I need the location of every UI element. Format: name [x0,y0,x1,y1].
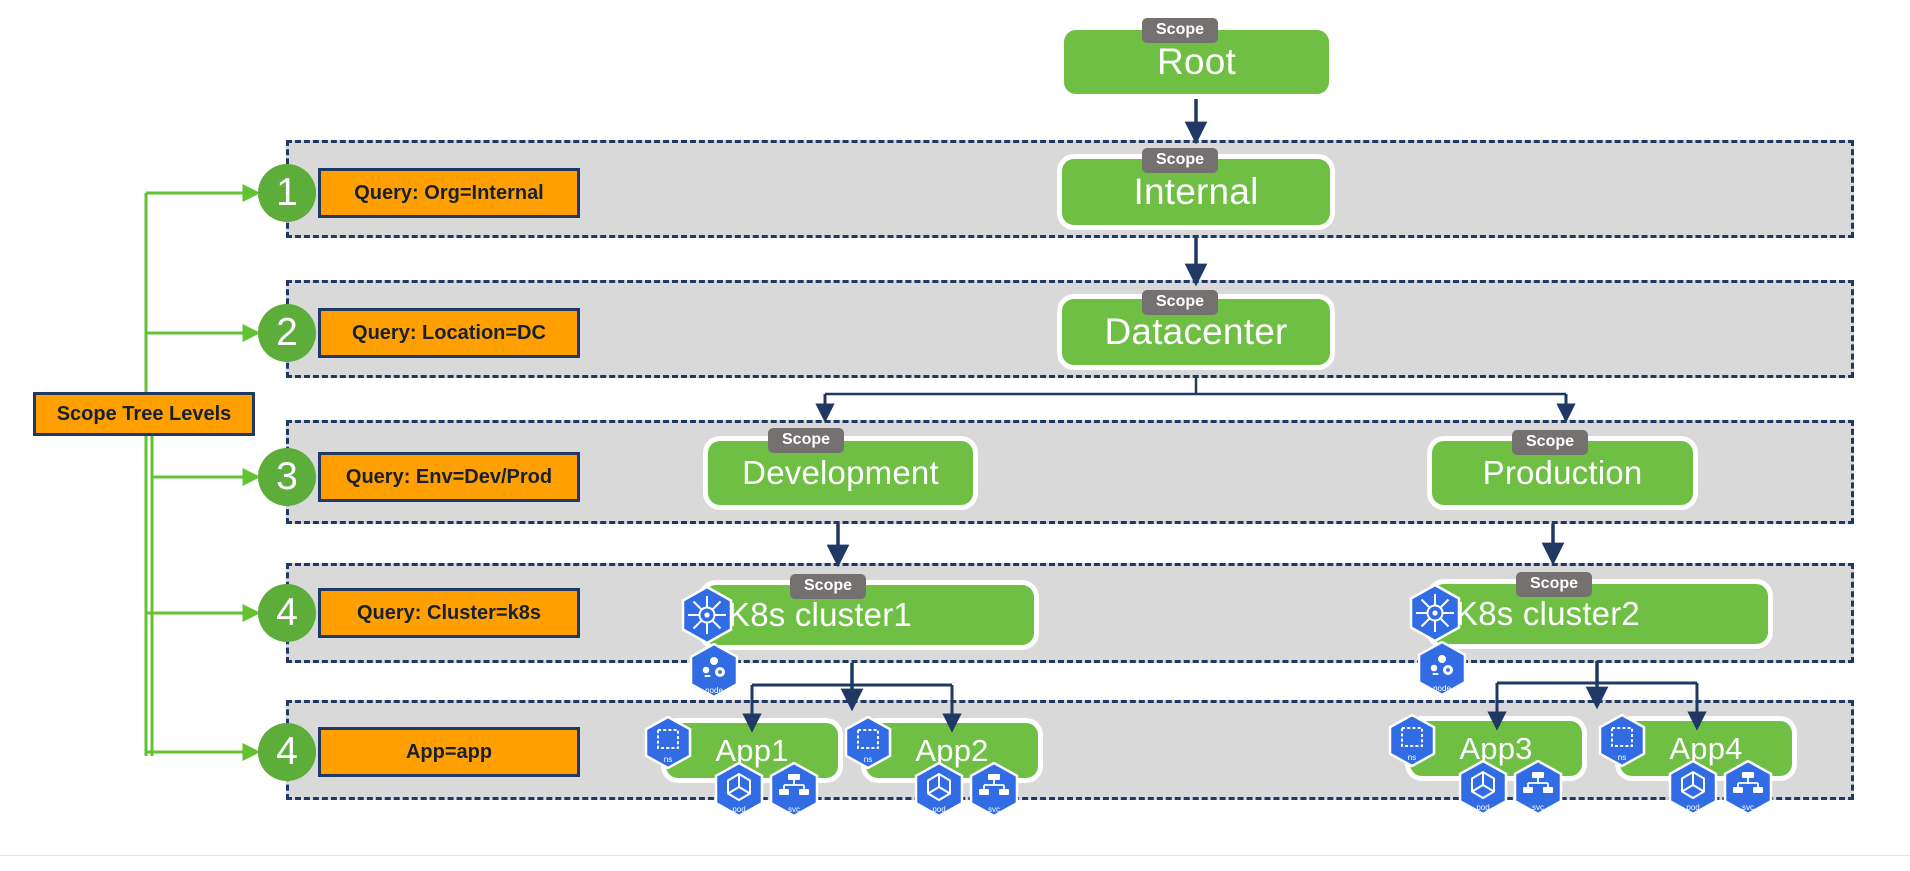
query-box-4-label: Query: Cluster=k8s [357,601,541,624]
level-number-1-label: 1 [276,171,298,214]
scope-tag-cluster2: Scope [1516,572,1593,597]
query-box-1-label: Query: Org=Internal [354,181,544,204]
scope-tag-cluster1: Scope [790,574,867,599]
level-number-3-label: 3 [276,455,298,498]
scope-node-k8s-cluster1-label: K8s cluster1 [728,596,912,633]
scope-node-production-label: Production [1482,454,1643,491]
kubernetes-namespace-icon-app1: ns [644,716,692,770]
kubernetes-service-icon-app2-label: svc [988,805,1000,814]
level-number-2: 2 [258,304,316,362]
kubernetes-pod-icon-app4-label: pod [1686,803,1699,812]
kubernetes-service-icon-app3-label: svc [1532,803,1544,812]
scope-tag-development-label: Scope [782,431,831,448]
level-number-5-label: 4 [276,730,298,773]
level-number-4: 4 [258,584,316,642]
scope-node-k8s-cluster1[interactable]: K8s cluster1 [704,585,1034,645]
scope-tag-datacenter: Scope [1142,290,1219,315]
query-box-3: Query: Env=Dev/Prod [318,452,580,502]
query-box-4: Query: Cluster=k8s [318,588,580,638]
kubernetes-service-icon-app4: svc [1723,760,1773,816]
scope-tree-levels-box: Scope Tree Levels [33,392,255,436]
kubernetes-service-icon-app3: svc [1513,760,1563,816]
scope-tag-cluster1-label: Scope [804,577,853,594]
scope-node-datacenter-label: Datacenter [1104,311,1288,352]
scope-tag-development: Scope [768,428,845,453]
kubernetes-node-icon-2: node [1417,641,1467,697]
kubernetes-pod-icon-app3: pod [1458,760,1508,816]
query-box-3-label: Query: Env=Dev/Prod [345,465,553,488]
kubernetes-node-icon-label: node [705,686,723,695]
kubernetes-pod-icon-app1-label: pod [732,805,745,814]
kubernetes-namespace-icon-app3: ns [1388,714,1436,768]
query-box-2-label: Query: Location=DC [352,321,546,344]
kubernetes-pod-icon-app1: pod [714,762,764,818]
scope-tag-production-label: Scope [1526,433,1575,450]
kubernetes-pod-icon-app4: pod [1668,760,1718,816]
kubernetes-pod-icon-app2-label: pod [932,805,945,814]
scope-tag-cluster2-label: Scope [1530,575,1579,592]
level-number-5: 4 [258,723,316,781]
query-box-5-label: App=app [405,740,493,763]
kubernetes-namespace-icon-app2: ns [844,716,892,770]
kubernetes-node-icon: node [689,643,739,699]
scope-node-development-label: Development [742,454,939,491]
scope-tag-root: Scope [1142,18,1219,43]
scope-node-k8s-cluster2-label: K8s cluster2 [1456,595,1640,632]
kubernetes-cluster-icon-2 [1409,584,1461,642]
scope-tag-datacenter-label: Scope [1156,293,1205,310]
footer-divider [0,855,1910,856]
scope-tag-root-label: Scope [1156,21,1205,38]
kubernetes-service-icon-app4-label: svc [1742,803,1754,812]
level-number-1: 1 [258,164,316,222]
query-box-2: Query: Location=DC [318,308,580,358]
level-number-2-label: 2 [276,311,298,354]
level-number-4-label: 4 [276,591,298,634]
level-number-3: 3 [258,448,316,506]
kubernetes-namespace-icon-app3-label: ns [1408,753,1416,762]
kubernetes-service-icon-app1: svc [769,762,819,818]
kubernetes-namespace-icon-app4-label: ns [1618,753,1626,762]
scope-tag-production: Scope [1512,430,1589,455]
scope-tag-internal: Scope [1142,148,1219,173]
kubernetes-cluster-icon [681,586,733,644]
scope-tree-levels-label: Scope Tree Levels [56,402,232,425]
kubernetes-service-icon-app2: svc [969,762,1019,818]
kubernetes-namespace-icon-app2-label: ns [864,755,872,764]
query-box-5: App=app [318,727,580,777]
kubernetes-pod-icon-app2: pod [914,762,964,818]
kubernetes-namespace-icon-app1-label: ns [664,755,672,764]
diagram-canvas: Scope Tree Levels 1 Query: Org=Internal … [0,0,1910,871]
scope-node-root-label: Root [1157,41,1236,82]
kubernetes-pod-icon-app3-label: pod [1476,803,1489,812]
kubernetes-namespace-icon-app4: ns [1598,714,1646,768]
scope-node-internal-label: Internal [1133,171,1259,212]
scope-node-k8s-cluster2[interactable]: K8s cluster2 [1432,584,1768,644]
query-box-1: Query: Org=Internal [318,168,580,218]
kubernetes-service-icon-app1-label: svc [788,805,800,814]
scope-tag-internal-label: Scope [1156,151,1205,168]
kubernetes-node-icon-2-label: node [1433,684,1451,693]
